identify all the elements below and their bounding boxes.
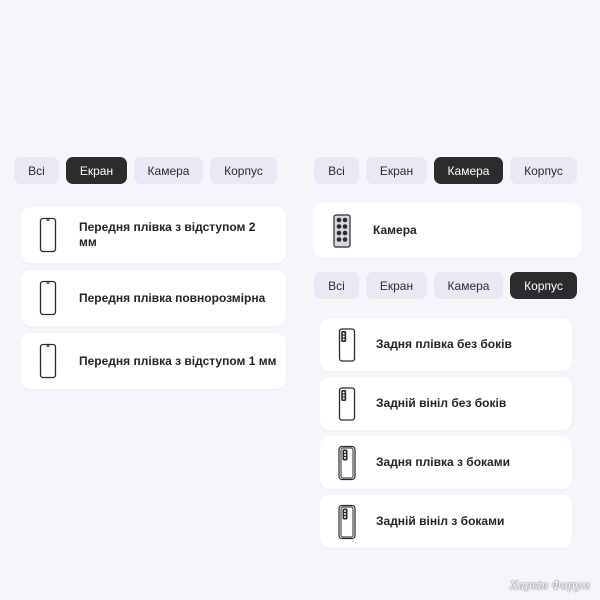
tab-all[interactable]: Всі xyxy=(314,272,359,299)
watermark: Харків Форум xyxy=(510,579,590,592)
list-item-label: Камера xyxy=(373,223,417,237)
list-item-back-vinyl-with-sides[interactable]: Задній вініл з боками xyxy=(320,495,572,548)
list-item-front-film-2mm[interactable]: Передня плівка з відступом 2 мм xyxy=(21,207,286,263)
list-item-label: Передня плівка з відступом 1 мм xyxy=(79,353,277,368)
phone-front-icon xyxy=(39,343,57,379)
right-tab-bar: Всі Екран Камера Корпус xyxy=(314,157,577,184)
list-item-back-film-no-sides[interactable]: Задня плівка без боків xyxy=(320,318,572,371)
tab-camera[interactable]: Камера xyxy=(434,272,503,299)
tab-all[interactable]: Всі xyxy=(14,157,59,184)
list-item-label: Задній вініл без боків xyxy=(376,396,507,410)
tab-screen[interactable]: Екран xyxy=(66,157,127,184)
tab-body[interactable]: Корпус xyxy=(510,157,577,184)
tab-screen[interactable]: Екран xyxy=(366,272,427,299)
list-item-back-vinyl-no-sides[interactable]: Задній вініл без боків xyxy=(320,377,572,430)
camera-module-icon xyxy=(333,213,351,248)
list-item-label: Задня плівка без боків xyxy=(376,337,512,351)
tab-screen[interactable]: Екран xyxy=(366,157,427,184)
tab-all[interactable]: Всі xyxy=(314,157,359,184)
phone-back-sides-icon xyxy=(338,504,356,539)
tab-camera[interactable]: Камера xyxy=(134,157,203,184)
phone-front-icon xyxy=(39,280,57,316)
phone-back-icon xyxy=(338,386,356,421)
list-item-front-film-1mm[interactable]: Передня плівка з відступом 1 мм xyxy=(21,333,286,389)
tab-body[interactable]: Корпус xyxy=(210,157,277,184)
list-item-front-film-full[interactable]: Передня плівка повнорозмірна xyxy=(21,270,286,326)
left-tab-bar: Всі Екран Камера Корпус xyxy=(14,157,277,184)
list-item-camera[interactable]: Камера xyxy=(313,203,581,258)
tab-camera[interactable]: Камера xyxy=(434,157,503,184)
list-item-label: Передня плівка повнорозмірна xyxy=(79,290,266,305)
list-item-label: Задня плівка з боками xyxy=(376,455,510,469)
phone-back-icon xyxy=(338,327,356,362)
right-tab-bar-2: Всі Екран Камера Корпус xyxy=(314,272,577,299)
phone-front-icon xyxy=(39,217,57,253)
list-item-back-film-with-sides[interactable]: Задня плівка з боками xyxy=(320,436,572,489)
list-item-label: Передня плівка з відступом 2 мм xyxy=(79,220,256,249)
phone-back-sides-icon xyxy=(338,445,356,480)
tab-body[interactable]: Корпус xyxy=(510,272,577,299)
list-item-label: Задній вініл з боками xyxy=(376,514,505,528)
